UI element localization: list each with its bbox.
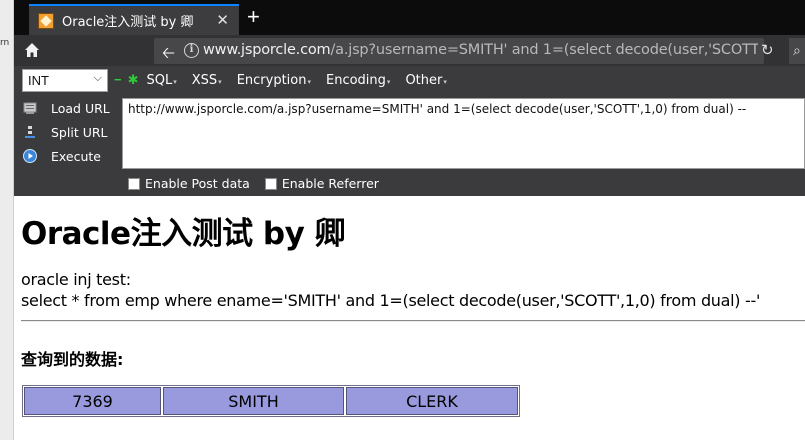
hackbar-actions: Load URL Split URL Execute [22,96,110,168]
menu-encryption[interactable]: Encryption▾ [237,73,311,88]
execute-icon [23,149,37,163]
execute-button[interactable]: Execute [22,144,110,168]
results-table: 7369 SMITH CLERK [22,385,520,417]
tab-title: Oracle注入测试 by 卿 [62,15,194,30]
menu-encoding[interactable]: Encoding▾ [326,73,390,88]
info-icon[interactable]: i [184,43,199,58]
hackbar-menu: − ✱ SQL▾ XSS▾ Encryption▾ Encoding▾ Othe… [114,72,462,88]
checkbox-box[interactable] [128,177,140,190]
enable-referrer-checkbox[interactable]: Enable Referrer [264,176,379,191]
menu-other[interactable]: Other▾ [405,73,446,88]
back-arrow-icon[interactable]: 🡠 [162,42,175,69]
injection-type-select[interactable]: INT ⌵ [22,69,108,92]
chevron-down-icon: ⌵ [93,72,102,84]
address-bar[interactable]: 🡠 i www.jsporcle.com/a.jsp?username=SMIT… [154,38,764,64]
menu-sql[interactable]: SQL▾ [147,73,177,88]
address-bar-url[interactable]: www.jsporcle.com/a.jsp?username=SMITH' a… [203,42,758,58]
dropdown-icon: ▾ [307,77,311,86]
page-content: Oracle注入测试 by 卿 oracle inj test: select … [14,196,805,440]
hackbar-options: Enable Post data Enable Referrer [128,176,394,191]
results-heading: 查询到的数据: [21,350,124,369]
checkbox-box[interactable] [264,177,277,190]
browser-tab-active[interactable]: Oracle注入测试 by 卿 ✕ [29,4,239,35]
url-path: /a.jsp?username=SMITH' and 1=(select dec… [330,42,758,58]
dropdown-icon: ▾ [386,77,391,86]
home-icon[interactable] [24,42,40,58]
asterisk-icon[interactable]: ✱ [128,72,139,88]
tab-strip: Oracle注入测试 by 卿 ✕ + [14,0,805,35]
table-cell-job: CLERK [346,387,518,415]
dropdown-icon: ▾ [173,77,177,86]
executed-sql-query: select * from emp where ename='SMITH' an… [21,291,761,310]
increment-decrement-arrows[interactable]: − ✱ [114,72,139,88]
load-url-button[interactable]: Load URL [22,96,110,120]
dropdown-icon: ▾ [218,77,222,86]
search-icon: ⌕ [793,42,801,58]
menu-xss[interactable]: XSS▾ [192,73,222,88]
minus-icon[interactable]: − [114,72,122,88]
dropdown-icon: ▾ [443,77,447,86]
search-box[interactable]: ⌕ [789,38,805,64]
page-description: oracle inj test: [21,270,131,289]
reload-icon[interactable]: ↻ [761,41,774,59]
navigation-bar: 🡠 i www.jsporcle.com/a.jsp?username=SMIT… [14,35,805,66]
split-url-icon [25,126,35,138]
page-title: Oracle注入测试 by 卿 [21,216,346,252]
hackbar-url-textarea[interactable]: http://www.jsporcle.com/a.jsp?username=S… [122,98,805,169]
injection-type-value: INT [28,73,49,88]
background-window-strip: rn [0,0,14,440]
enable-post-data-checkbox[interactable]: Enable Post data [128,176,250,191]
site-favicon-icon [38,12,54,29]
split-url-button[interactable]: Split URL [22,120,110,144]
url-host: www.jsporcle.com [203,42,331,58]
hackbar-panel: INT ⌵ − ✱ SQL▾ XSS▾ Encryption▾ Encoding… [14,66,805,196]
tab-close-icon[interactable]: ✕ [216,11,229,29]
new-tab-button[interactable]: + [247,5,260,29]
table-cell-ename: SMITH [163,387,344,415]
background-window-text: rn [0,38,10,48]
table-cell-empno: 7369 [24,387,161,415]
load-url-icon [23,102,37,114]
divider [21,320,805,322]
